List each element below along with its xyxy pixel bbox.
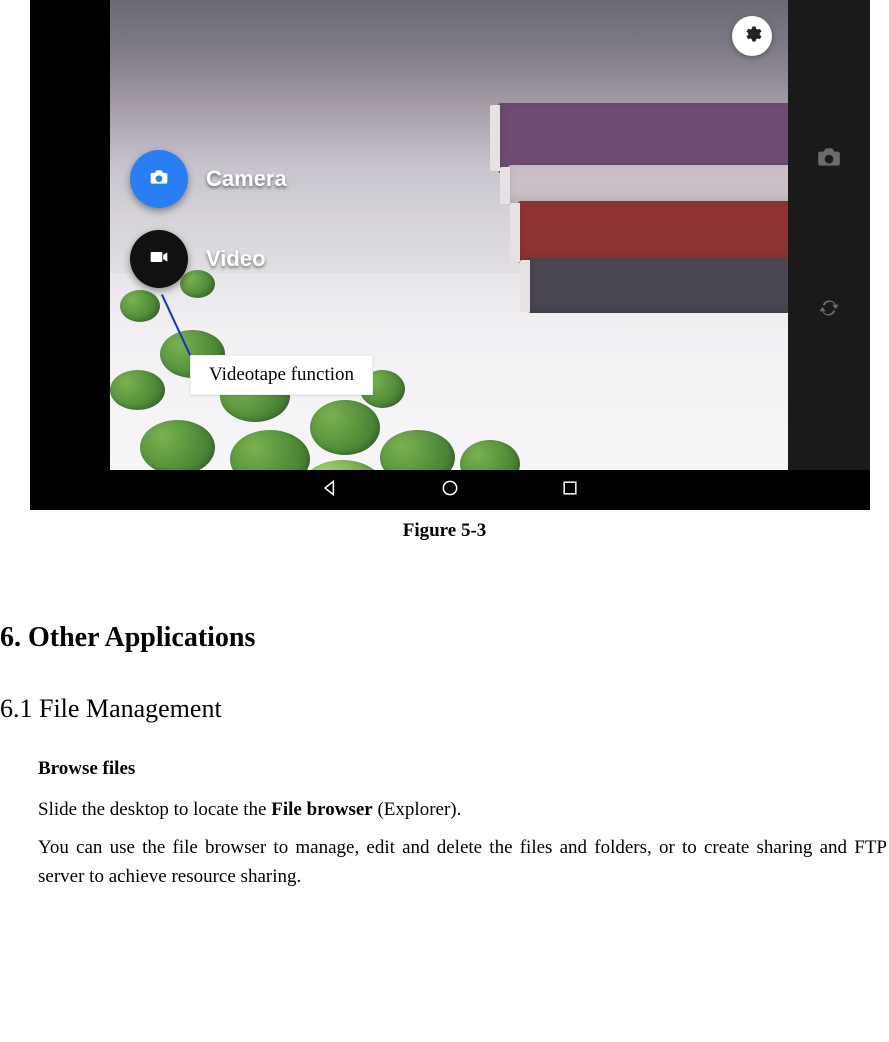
paragraph-1: Slide the desktop to locate the File bro…: [38, 795, 887, 824]
screenshot-inner: Camera Video Videotape function: [110, 0, 870, 470]
nav-home-button[interactable]: [440, 478, 460, 503]
video-icon: [146, 247, 172, 272]
mode-video-label: Video: [206, 246, 266, 272]
video-mode-icon: [130, 230, 188, 288]
recent-icon: [560, 485, 580, 502]
browse-files-heading: Browse files: [38, 754, 887, 783]
figure-caption: Figure 5-3: [0, 520, 889, 542]
back-icon: [320, 485, 340, 502]
callout-videotape: Videotape function: [190, 355, 373, 395]
camera-sidebar: [788, 0, 870, 470]
shutter-button[interactable]: [814, 144, 844, 175]
section-title: 6.1 File Management: [0, 694, 889, 724]
android-navbar: [30, 470, 870, 510]
gear-icon: [742, 24, 762, 49]
nav-recent-button[interactable]: [560, 478, 580, 503]
camera-icon: [814, 157, 844, 174]
mode-camera-label: Camera: [206, 166, 287, 192]
nav-back-button[interactable]: [320, 478, 340, 503]
camera-viewfinder: Camera Video Videotape function: [110, 0, 788, 470]
camera-icon: [146, 167, 172, 192]
section-body: Browse files Slide the desktop to locate…: [38, 754, 887, 892]
camera-settings-button[interactable]: [732, 16, 772, 56]
camera-mode-switcher: Camera Video: [130, 150, 287, 310]
home-icon: [440, 485, 460, 502]
mode-video[interactable]: Video: [130, 230, 287, 288]
switch-camera-icon: [814, 308, 844, 325]
switch-camera-button[interactable]: [814, 295, 844, 326]
camera-mode-icon: [130, 150, 188, 208]
mode-camera[interactable]: Camera: [130, 150, 287, 208]
figure-5-3-screenshot: Camera Video Videotape function: [30, 0, 870, 510]
paragraph-2: You can use the file browser to manage, …: [38, 833, 887, 892]
viewfinder-book-stack: [488, 103, 788, 303]
chapter-title: 6. Other Applications: [0, 622, 889, 654]
